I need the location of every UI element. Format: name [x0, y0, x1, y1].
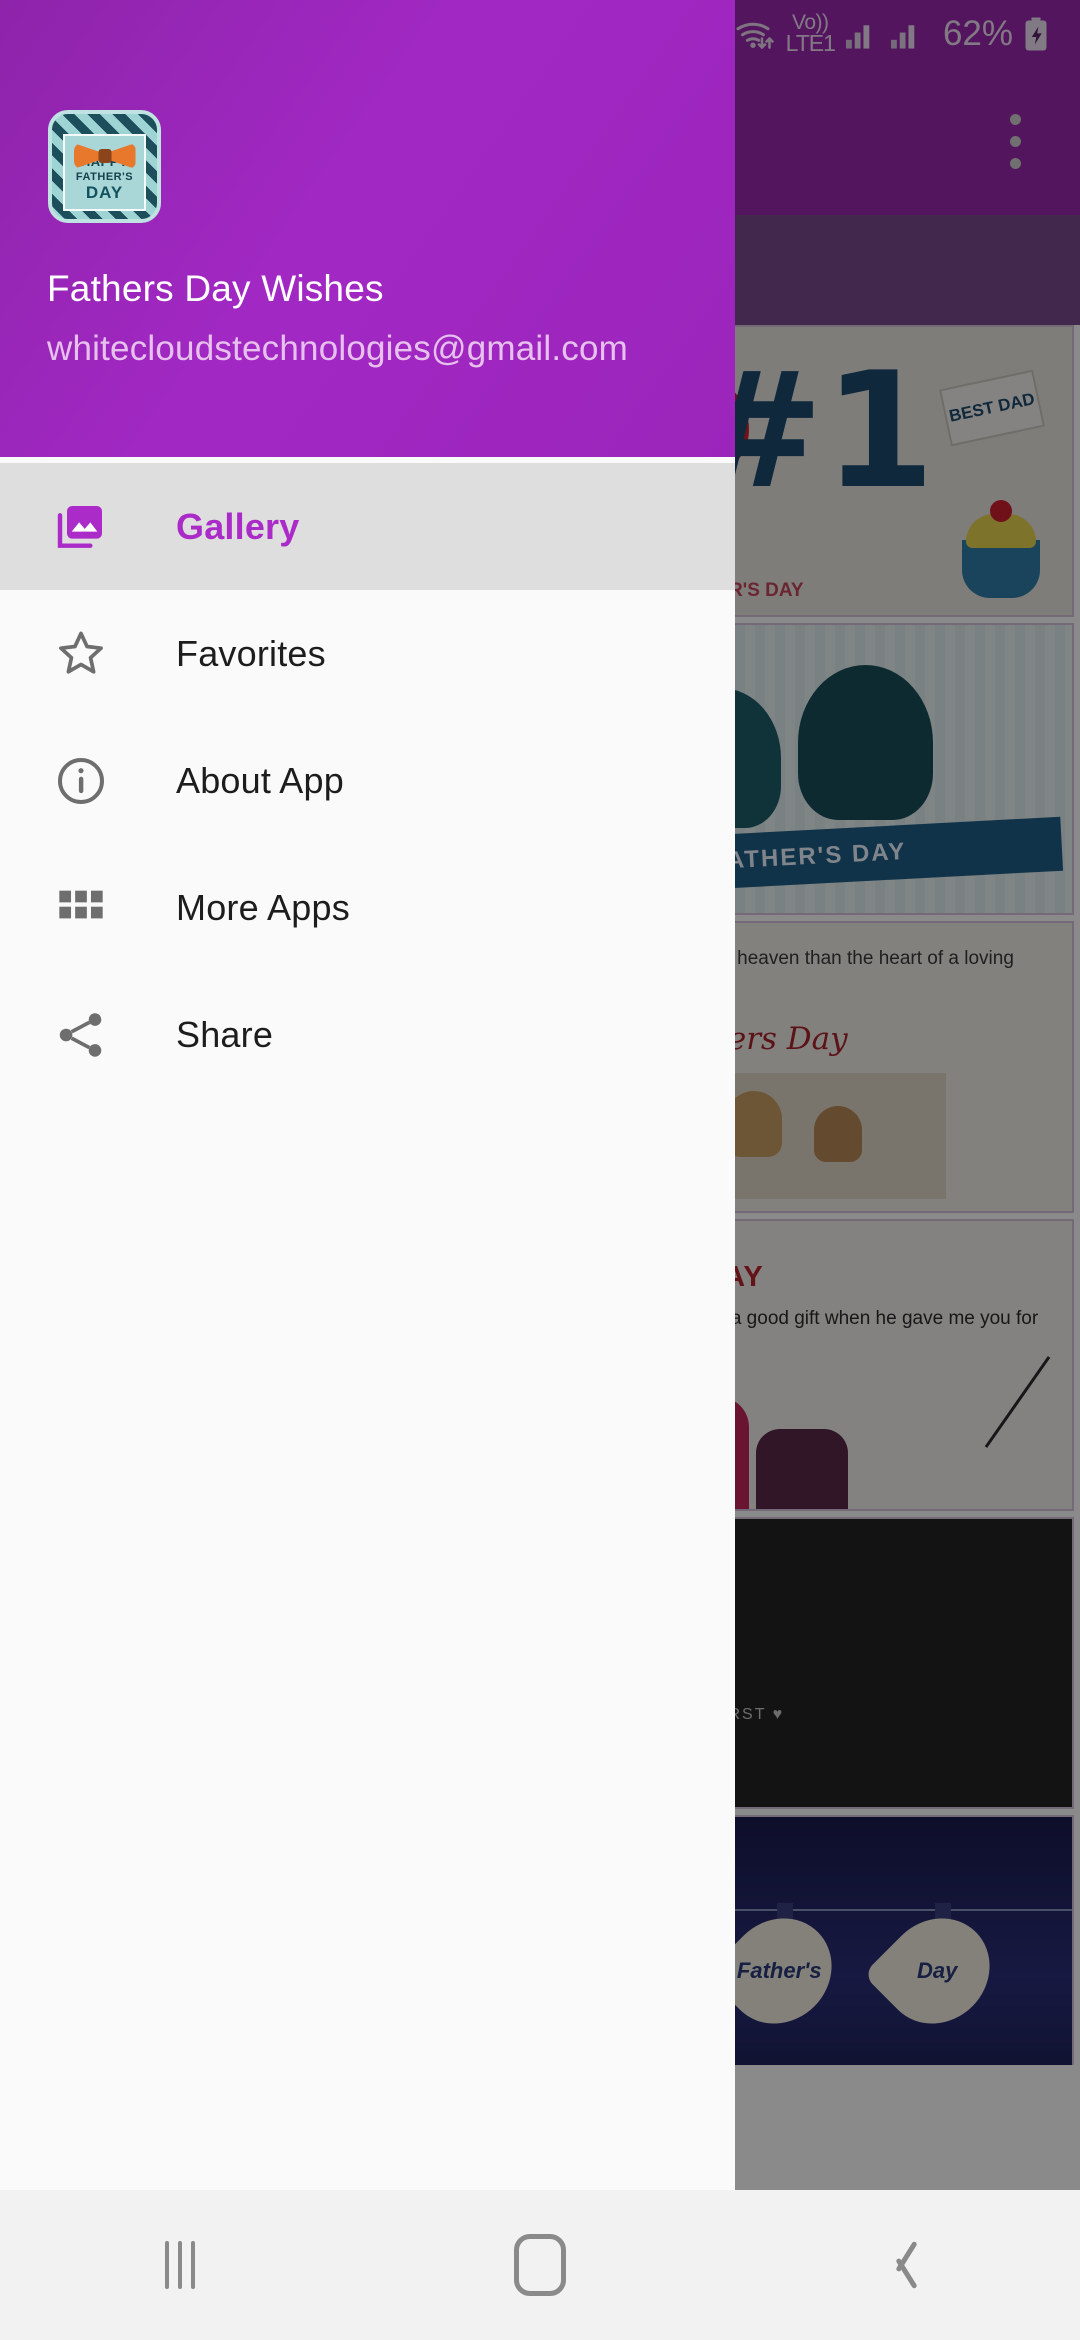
sidebar-item-favorites[interactable]: Favorites	[0, 590, 735, 717]
sidebar-item-label: More Apps	[176, 886, 350, 928]
home-button[interactable]	[440, 2190, 640, 2340]
sidebar-item-share[interactable]: Share	[0, 971, 735, 1098]
sidebar-item-label: About App	[176, 759, 344, 801]
sidebar-item-gallery[interactable]: Gallery	[0, 463, 735, 590]
drawer-app-title: Fathers Day Wishes	[47, 268, 384, 309]
sidebar-item-label: Share	[176, 1013, 274, 1055]
recents-icon	[165, 2241, 195, 2289]
sidebar-item-more-apps[interactable]: More Apps	[0, 844, 735, 971]
app-icon-line3: DAY	[85, 183, 124, 203]
star-outline-icon	[36, 626, 126, 682]
app-icon: HAPPY FATHER'S DAY	[48, 110, 161, 223]
drawer-account-email: whitecloudstechnologies@gmail.com	[47, 329, 629, 368]
sidebar-item-label: Gallery	[176, 505, 300, 547]
info-circle-icon	[36, 753, 126, 809]
drawer-header: HAPPY FATHER'S DAY Fathers Day Wishes wh…	[0, 0, 735, 457]
share-nodes-icon	[36, 1007, 126, 1063]
grid-apps-icon	[36, 882, 126, 934]
sidebar-item-about-app[interactable]: About App	[0, 717, 735, 844]
chevron-left-icon	[885, 2237, 915, 2293]
system-navigation-bar	[0, 2190, 1080, 2340]
sidebar-item-label: Favorites	[176, 632, 326, 674]
app-icon-line2: FATHER'S	[75, 171, 134, 184]
back-button[interactable]	[800, 2190, 1000, 2340]
recents-button[interactable]	[80, 2190, 280, 2340]
navigation-drawer: HAPPY FATHER'S DAY Fathers Day Wishes wh…	[0, 0, 735, 2190]
photo-library-icon	[36, 499, 126, 555]
drawer-menu: Gallery Favorites About App More Apps Sh…	[0, 457, 735, 1098]
home-icon	[514, 2234, 566, 2296]
